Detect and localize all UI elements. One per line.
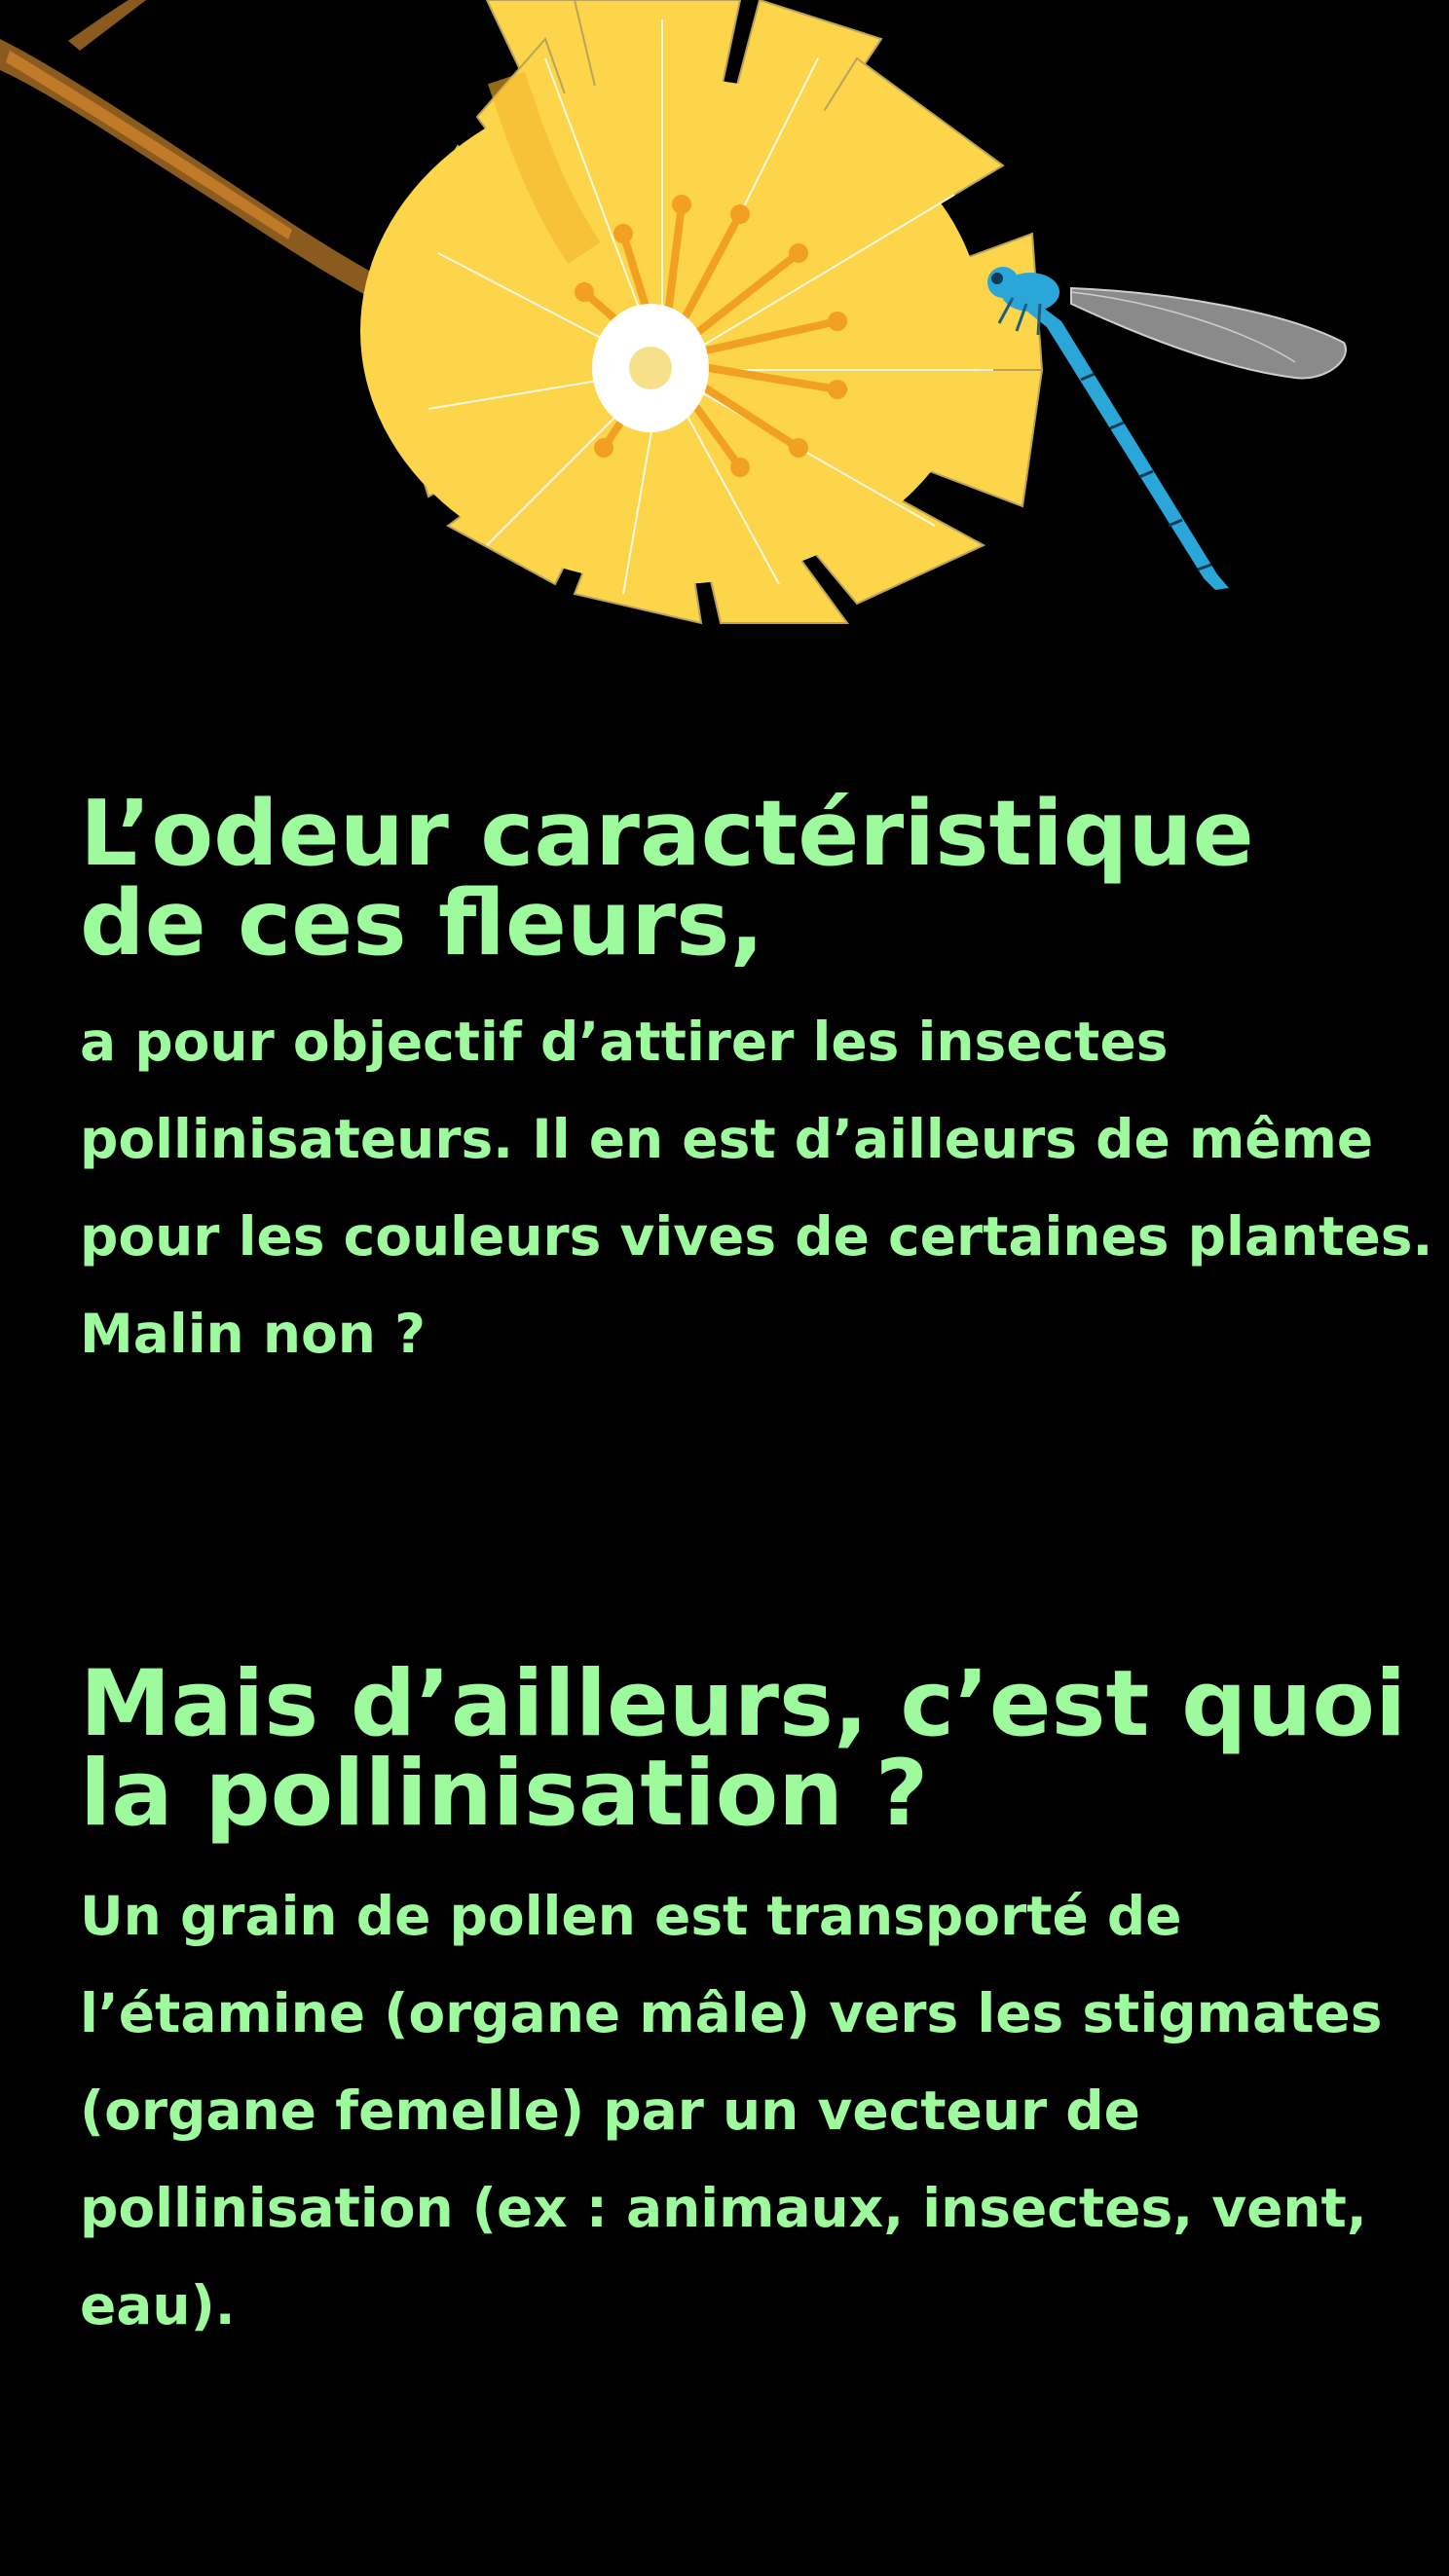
section2-body: Un grain de pollen est transporté de l’é… [80, 1867, 1382, 2354]
yellow-flower [360, 0, 1044, 625]
section1-body-line: Malin non ? [80, 1303, 427, 1365]
section2-heading: Mais d’ailleurs, c’est quoi la pollinisa… [80, 1651, 1407, 1847]
section1-heading: L’odeur caractéristique de ces fleurs, [80, 781, 1254, 975]
section2-body-line: l’étamine (organe mâle) vers les stigmat… [80, 1982, 1383, 2044]
branch [0, 0, 409, 313]
section2-heading-line: la pollinisation ? [80, 1741, 929, 1847]
flower-dragonfly-illustration [0, 0, 1347, 625]
section1-heading-line: L’odeur caractéristique [80, 781, 1254, 886]
section1-body: a pour objectif d’attirer les insectes p… [80, 993, 1432, 1382]
dragonfly [987, 267, 1347, 590]
section2-body-line: (organe femelle) par un vecteur de [80, 2079, 1140, 2142]
section2-body-line: Un grain de pollen est transporté de [80, 1885, 1182, 1947]
section2-body-line: pollinisation (ex : animaux, insectes, v… [80, 2177, 1367, 2239]
section1-body-line: pollinisateurs. Il en est d’ailleurs de … [80, 1108, 1374, 1170]
section2-body-line: eau). [80, 2274, 236, 2337]
section1-heading-line: de ces fleurs, [80, 870, 764, 975]
section2-heading-line: Mais d’ailleurs, c’est quoi [80, 1651, 1407, 1757]
section1-body-line: pour les couleurs vives de certaines pla… [80, 1205, 1433, 1268]
section1-body-line: a pour objectif d’attirer les insectes [80, 1011, 1169, 1073]
